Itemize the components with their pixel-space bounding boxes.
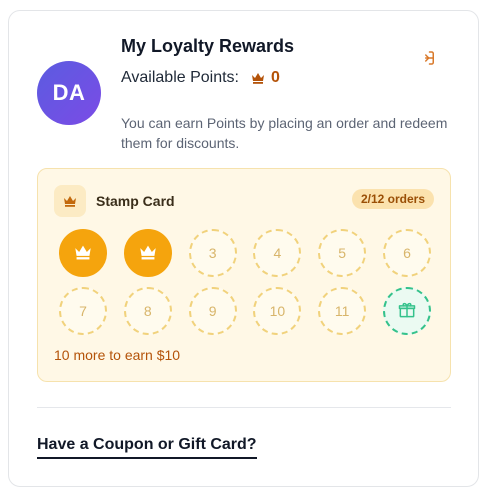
stamp-filled: [123, 229, 172, 277]
stamp-card-header: Stamp Card: [54, 185, 175, 217]
stamp-empty: 4: [253, 229, 302, 277]
stamp-empty: 8: [123, 287, 172, 335]
points-value: 0: [271, 69, 280, 86]
stamp-empty: 3: [188, 229, 237, 277]
stamp-card-title: Stamp Card: [96, 193, 175, 209]
points-description: You can earn Points by placing an order …: [121, 115, 448, 151]
page-title: My Loyalty Rewards: [121, 36, 295, 56]
stamp-reward: [382, 287, 431, 335]
crown-icon: [54, 185, 86, 217]
stamp-grid: 3 4 5 6 7 8 9 10 11: [59, 229, 435, 335]
stamp-empty: 7: [59, 287, 107, 335]
stamp-reward-hint: 10 more to earn $10: [54, 347, 181, 363]
progress-badge: 2/12 orders: [351, 189, 434, 209]
stamp-empty: 5: [318, 229, 367, 277]
coupon-gift-card-link[interactable]: Have a Coupon or Gift Card?: [37, 436, 257, 459]
divider: [37, 407, 451, 408]
stamp-filled: [59, 229, 107, 277]
crown-icon: [251, 72, 265, 84]
points-label: Available Points:: [121, 69, 239, 86]
logout-icon[interactable]: [419, 49, 437, 67]
stamp-empty: 10: [253, 287, 302, 335]
stamp-empty: 6: [382, 229, 431, 277]
stamp-empty: 11: [318, 287, 367, 335]
crown-icon: [139, 244, 157, 263]
loyalty-card: DA My Loyalty Rewards Available Points: …: [8, 10, 479, 487]
points-row: Available Points: 0: [121, 69, 280, 87]
stamp-empty: 9: [188, 287, 237, 335]
crown-icon: [74, 244, 92, 263]
gift-icon: [397, 300, 417, 323]
avatar: DA: [37, 61, 101, 125]
stamp-card: Stamp Card 2/12 orders 3 4 5 6 7 8 9 10 11 10 mo…: [37, 168, 451, 382]
